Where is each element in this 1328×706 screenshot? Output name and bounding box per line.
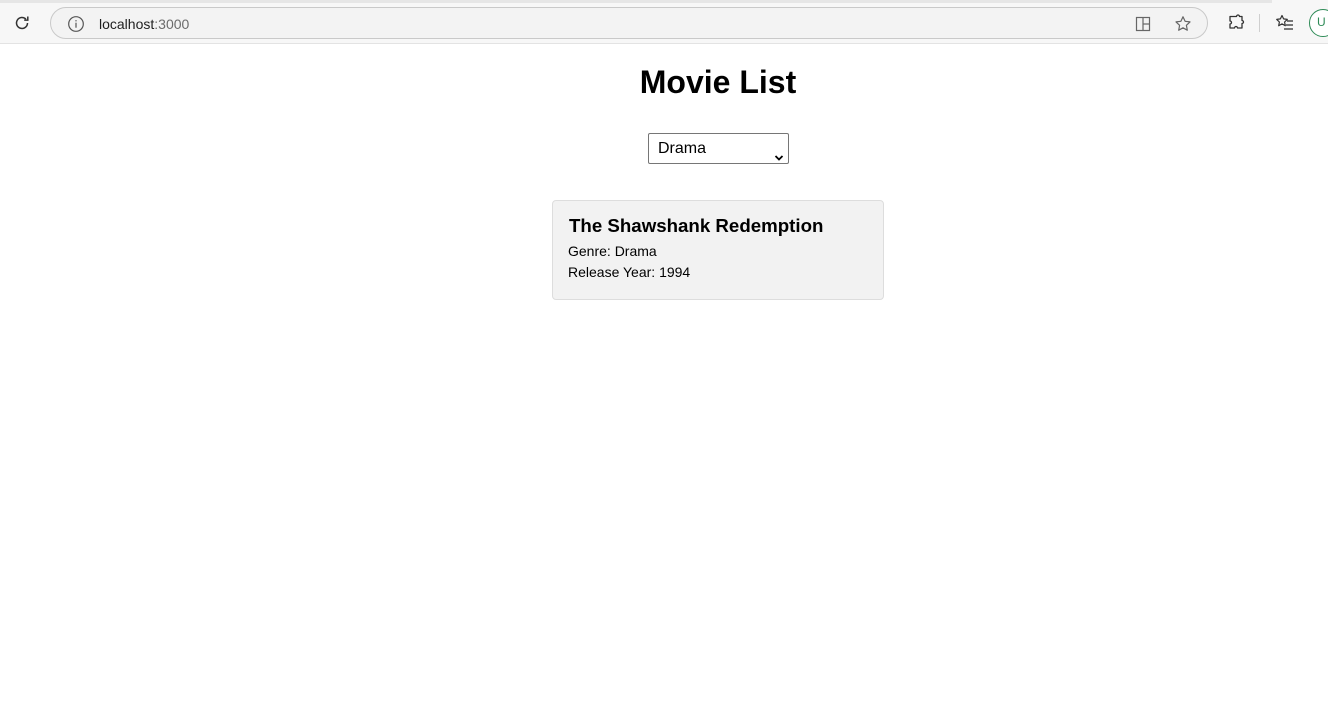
url-port: :3000 bbox=[154, 16, 190, 32]
url-host: localhost bbox=[99, 16, 155, 32]
genre-select-value: Drama bbox=[658, 140, 707, 157]
browser-toolbar: localhost:3000 U bbox=[0, 0, 1328, 44]
reload-icon[interactable] bbox=[10, 11, 34, 35]
extensions-icon[interactable] bbox=[1225, 12, 1247, 34]
movie-card: The Shawshank Redemption Genre: Drama Re… bbox=[552, 200, 884, 300]
site-info-icon[interactable] bbox=[67, 15, 85, 33]
split-screen-icon[interactable] bbox=[1133, 14, 1153, 34]
page-title: Movie List bbox=[639, 64, 797, 100]
page-content: Movie List Drama The Shawshank Redemptio… bbox=[0, 45, 1328, 706]
favorite-star-icon[interactable] bbox=[1173, 14, 1193, 34]
url-text[interactable]: localhost:3000 bbox=[99, 15, 189, 33]
profile-initial: U bbox=[1317, 15, 1326, 29]
movie-genre: Genre: Drama bbox=[568, 243, 657, 259]
toolbar-separator bbox=[1259, 14, 1260, 32]
tab-strip-edge bbox=[0, 0, 1272, 3]
genre-select[interactable]: Drama bbox=[648, 133, 789, 164]
chevron-down-icon bbox=[774, 144, 784, 161]
profile-avatar[interactable]: U bbox=[1309, 9, 1328, 37]
favorites-icon[interactable] bbox=[1274, 12, 1296, 34]
movie-release-year: Release Year: 1994 bbox=[568, 264, 691, 280]
movie-title: The Shawshank Redemption bbox=[569, 215, 824, 236]
address-bar[interactable]: localhost:3000 bbox=[50, 7, 1208, 39]
